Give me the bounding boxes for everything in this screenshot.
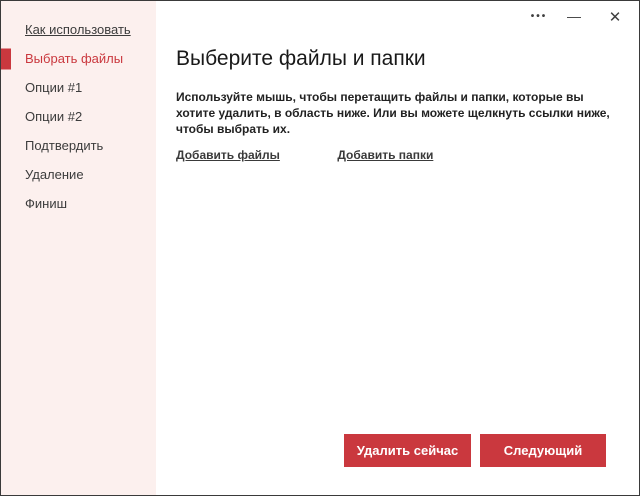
more-options-icon: ••• xyxy=(531,11,548,22)
sidebar-item-options-1[interactable]: Опции #1 xyxy=(1,73,156,102)
close-button[interactable]: ✕ xyxy=(600,6,630,30)
add-folders-link[interactable]: Добавить папки xyxy=(337,148,433,162)
page-title: Выберите файлы и папки xyxy=(176,47,614,71)
add-links-row: Добавить файлы Добавить папки xyxy=(176,146,614,164)
sidebar: Как использовать Выбрать файлы Опции #1 … xyxy=(1,1,156,495)
add-files-link[interactable]: Добавить файлы xyxy=(176,148,280,162)
instructions-text: Используйте мышь, чтобы перетащить файлы… xyxy=(176,89,614,137)
sidebar-item-select-files[interactable]: Выбрать файлы xyxy=(1,44,156,73)
next-button[interactable]: Следующий xyxy=(480,434,606,467)
close-icon: ✕ xyxy=(609,9,622,26)
sidebar-item-options-2[interactable]: Опции #2 xyxy=(1,102,156,131)
delete-now-button[interactable]: Удалить сейчас xyxy=(344,434,471,467)
sidebar-item-deletion[interactable]: Удаление xyxy=(1,160,156,189)
app-window: Как использовать Выбрать файлы Опции #1 … xyxy=(0,0,640,496)
main-content: Выберите файлы и папки Используйте мышь,… xyxy=(176,47,614,164)
sidebar-item-how-to-use[interactable]: Как использовать xyxy=(1,15,156,44)
sidebar-item-finish[interactable]: Финиш xyxy=(1,189,156,218)
minimize-button[interactable]: — xyxy=(559,6,589,30)
wizard-steps-nav: Как использовать Выбрать файлы Опции #1 … xyxy=(1,1,156,218)
minimize-icon: — xyxy=(567,8,581,24)
sidebar-item-confirm[interactable]: Подтвердить xyxy=(1,131,156,160)
drop-area[interactable] xyxy=(176,171,614,421)
menu-button[interactable]: ••• xyxy=(524,6,554,30)
